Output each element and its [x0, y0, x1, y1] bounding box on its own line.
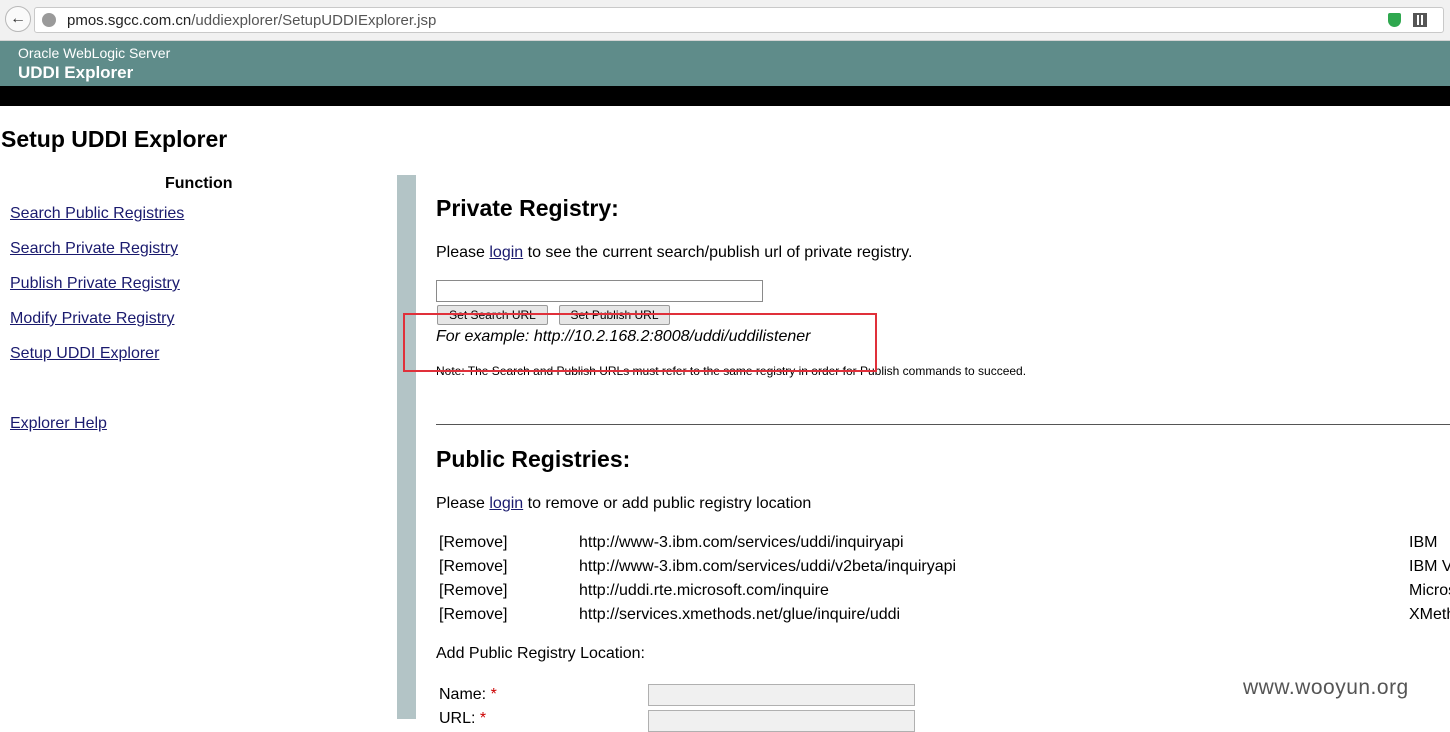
url-label: URL: * — [439, 710, 486, 728]
watermark: www.wooyun.org — [1243, 676, 1409, 699]
registry-url-field[interactable] — [648, 710, 915, 732]
private-registry-heading: Private Registry: — [436, 195, 619, 221]
public-msg-pre: Please — [436, 495, 490, 512]
name-label: Name: * — [439, 686, 497, 704]
back-arrow-icon[interactable]: ← — [5, 6, 31, 32]
address-bar[interactable]: pmos.sgcc.com.cn/uddiexplorer/SetupUDDIE… — [34, 7, 1444, 33]
registry-name: Micros — [1409, 582, 1450, 599]
banner-title: UDDI Explorer — [18, 63, 134, 82]
public-login-link[interactable]: login — [489, 495, 523, 512]
remove-link[interactable]: [Remove] — [439, 582, 507, 600]
nav-search-public-registries[interactable]: Search Public Registries — [10, 205, 184, 223]
browser-toolbar: ← pmos.sgcc.com.cn/uddiexplorer/SetupUDD… — [0, 0, 1450, 41]
nav-search-private-registry[interactable]: Search Private Registry — [10, 240, 178, 258]
app-banner: Oracle WebLogic Server UDDI Explorer — [0, 41, 1450, 86]
registry-row: [Remove] http://uddi.rte.microsoft.com/i… — [439, 582, 1450, 604]
nav-publish-private-registry[interactable]: Publish Private Registry — [10, 275, 180, 293]
section-divider — [436, 424, 1450, 425]
registry-url: http://uddi.rte.microsoft.com/inquire — [579, 582, 829, 599]
public-registries-heading: Public Registries: — [436, 446, 631, 472]
private-login-link[interactable]: login — [489, 244, 523, 261]
public-msg-post: to remove or add public registry locatio… — [523, 495, 812, 512]
registry-name: IBM — [1409, 534, 1438, 551]
page-title: Setup UDDI Explorer — [1, 126, 228, 152]
registry-url-input[interactable] — [436, 280, 763, 302]
registry-name: IBM V — [1409, 558, 1450, 575]
registry-name: XMeth — [1409, 606, 1450, 623]
content-separator-bar — [397, 175, 416, 719]
highlight-annotation-box — [403, 313, 877, 372]
nav-modify-private-registry[interactable]: Modify Private Registry — [10, 310, 175, 328]
remove-link[interactable]: [Remove] — [439, 606, 507, 624]
nav-setup-uddi-explorer[interactable]: Setup UDDI Explorer — [10, 345, 159, 363]
private-registry-message: Please login to see the current search/p… — [436, 244, 912, 262]
name-label-text: Name: — [439, 686, 487, 703]
url-host: pmos.sgcc.com.cn — [67, 12, 192, 29]
registry-row: [Remove] http://www-3.ibm.com/services/u… — [439, 558, 1450, 580]
registry-name-input[interactable] — [648, 684, 915, 706]
remove-link[interactable]: [Remove] — [439, 534, 507, 552]
required-marker: * — [490, 686, 497, 703]
function-heading: Function — [165, 175, 233, 192]
banner-subtitle: Oracle WebLogic Server — [18, 45, 171, 61]
registry-row: [Remove] http://www-3.ibm.com/services/u… — [439, 534, 1450, 556]
registry-url: http://www-3.ibm.com/services/uddi/inqui… — [579, 534, 904, 551]
qr-code-icon[interactable] — [1413, 13, 1427, 27]
remove-link[interactable]: [Remove] — [439, 558, 507, 576]
header-divider — [0, 86, 1450, 106]
shield-icon[interactable] — [1388, 13, 1401, 27]
registry-row: [Remove] http://services.xmethods.net/gl… — [439, 606, 1450, 628]
add-registry-heading: Add Public Registry Location: — [436, 645, 645, 662]
globe-icon — [42, 13, 56, 27]
public-registries-message: Please login to remove or add public reg… — [436, 495, 811, 513]
url-text[interactable]: pmos.sgcc.com.cn/uddiexplorer/SetupUDDIE… — [67, 12, 436, 29]
url-path: /uddiexplorer/SetupUDDIExplorer.jsp — [191, 12, 437, 29]
registry-url: http://services.xmethods.net/glue/inquir… — [579, 606, 901, 623]
nav-explorer-help[interactable]: Explorer Help — [10, 415, 107, 433]
registry-url: http://www-3.ibm.com/services/uddi/v2bet… — [579, 558, 957, 575]
private-msg-post: to see the current search/publish url of… — [523, 244, 913, 261]
private-msg-pre: Please — [436, 244, 490, 261]
